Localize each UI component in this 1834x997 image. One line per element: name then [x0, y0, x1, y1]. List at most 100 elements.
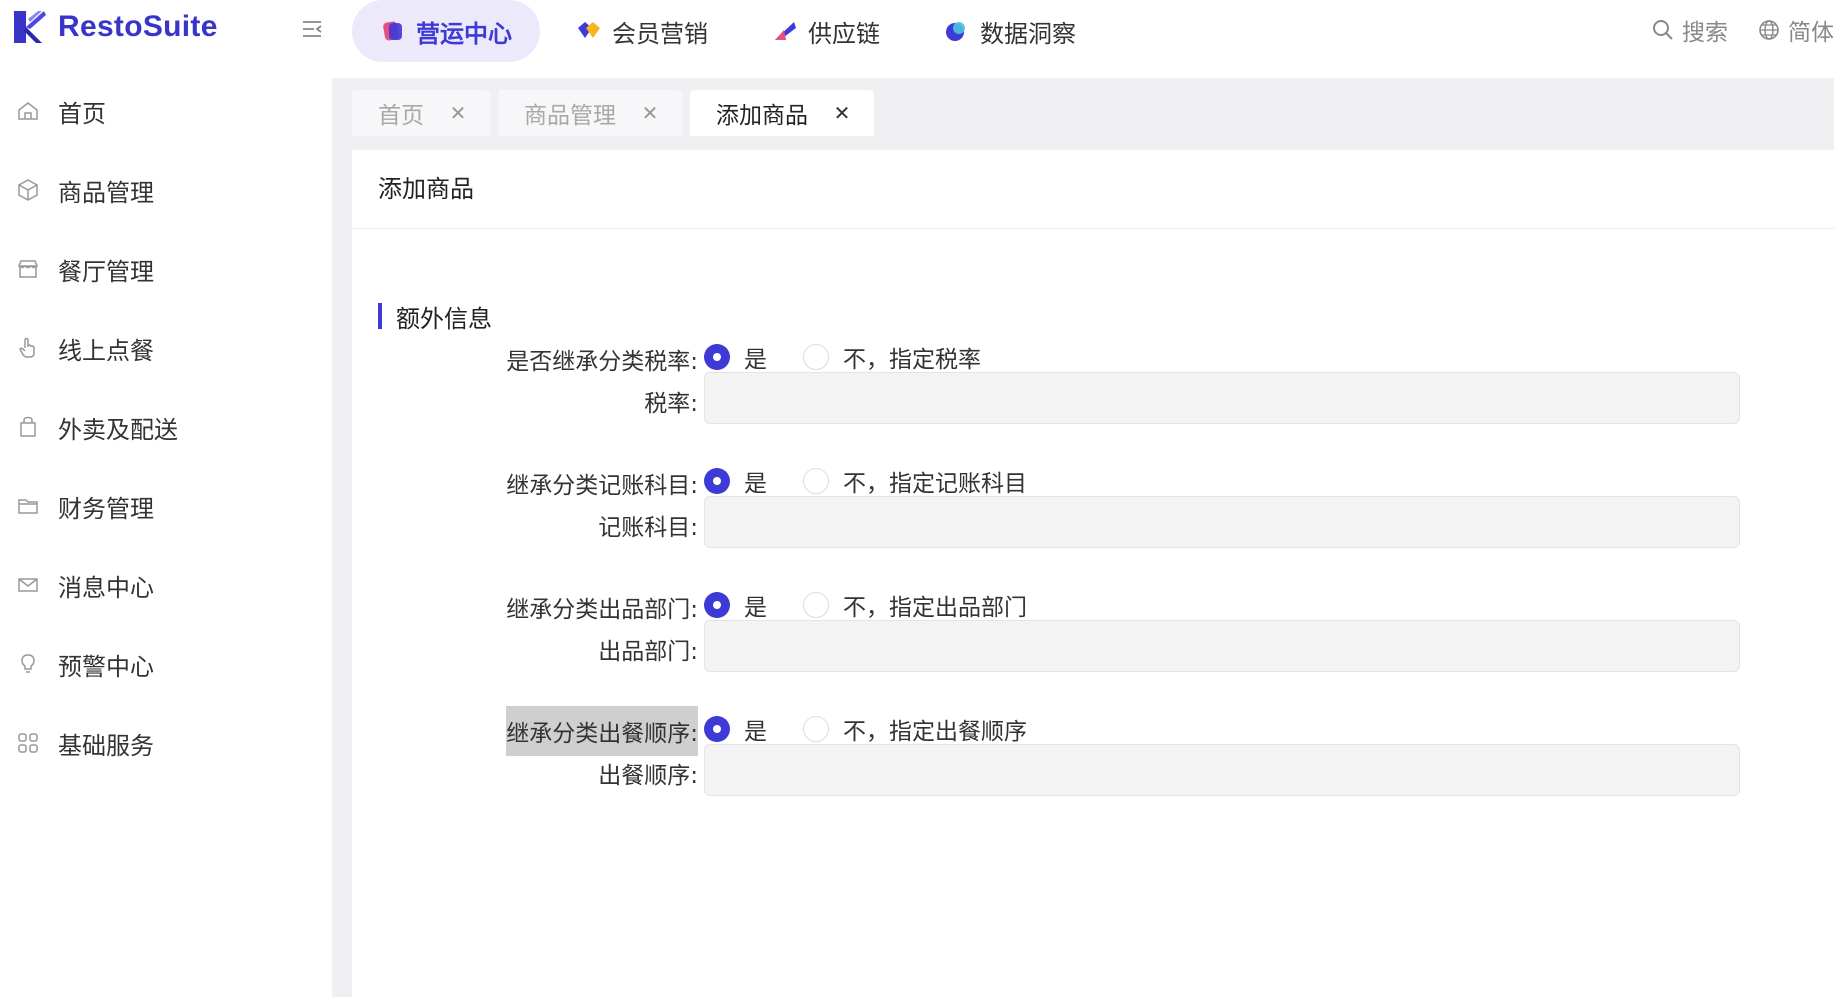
- radio-label: 是: [744, 471, 767, 497]
- tab-product-management[interactable]: 商品管理 ✕: [498, 90, 682, 136]
- tab-label: 商品管理: [524, 103, 616, 129]
- radio-button-checked[interactable]: [704, 468, 730, 494]
- radio-option-no[interactable]: 不，指定出品部门: [803, 588, 1027, 622]
- sidebar-item-label: 商品管理: [58, 178, 154, 207]
- sidebar-item-finance[interactable]: 财务管理: [0, 478, 332, 534]
- section-accent-bar: [378, 303, 382, 329]
- radio-label: 不，指定出餐顺序: [843, 719, 1027, 745]
- sidebar-item-restaurants[interactable]: 餐厅管理: [0, 241, 332, 297]
- field-label: 继承分类记账科目:: [506, 473, 698, 499]
- tax-rate-input[interactable]: [704, 372, 1740, 424]
- data-insight-icon: [946, 22, 965, 41]
- main-nav: 营运中心 会员营销 供应链 数据洞察: [352, 0, 1112, 62]
- search-label: 搜索: [1682, 20, 1728, 46]
- close-icon[interactable]: ✕: [640, 101, 660, 125]
- hand-pointer-icon: [19, 337, 35, 358]
- form-row-inherit-account: 继承分类记账科目: 是 不，指定记账科目: [352, 460, 1834, 500]
- radio-option-no[interactable]: 不，指定税率: [803, 340, 981, 374]
- sidebar-item-delivery[interactable]: 外卖及配送: [0, 399, 332, 455]
- field-label: 税率:: [644, 391, 698, 417]
- sidebar-item-label: 基础服务: [58, 731, 154, 760]
- language-label: 简体: [1788, 20, 1834, 46]
- radio-option-yes[interactable]: 是: [704, 340, 767, 374]
- sidebar-item-alerts[interactable]: 预警中心: [0, 636, 332, 692]
- radio-option-yes[interactable]: 是: [704, 588, 767, 622]
- logo-icon: [14, 11, 46, 43]
- nav-data-insight[interactable]: 数据洞察: [916, 0, 1104, 62]
- form-row-serving-order: 出餐顺序:: [352, 744, 1834, 796]
- member-marketing-icon: [578, 22, 600, 38]
- form-row-account: 记账科目:: [352, 496, 1834, 548]
- radio-button[interactable]: [803, 344, 829, 370]
- sidebar-item-products[interactable]: 商品管理: [0, 162, 332, 218]
- radio-group: 是 不，指定出餐顺序: [704, 712, 1063, 746]
- page-title: 添加商品: [378, 175, 474, 203]
- bag-icon: [20, 416, 36, 437]
- sidebar-item-online-ordering[interactable]: 线上点餐: [0, 320, 332, 376]
- nav-member-marketing[interactable]: 会员营销: [548, 0, 736, 62]
- radio-button-checked[interactable]: [704, 716, 730, 742]
- account-input[interactable]: [704, 496, 1740, 548]
- sidebar-item-basic-services[interactable]: 基础服务: [0, 715, 332, 771]
- field-label: 记账科目:: [598, 515, 698, 541]
- sidebar: 首页 商品管理 餐厅管理 线上点餐 外卖及配送 财务管理 消息中心 预警中心 基…: [0, 78, 332, 997]
- tab-home[interactable]: 首页 ✕: [352, 90, 490, 136]
- grid-icon: [18, 733, 38, 753]
- sidebar-item-label: 消息中心: [58, 573, 154, 602]
- sidebar-item-label: 餐厅管理: [58, 257, 154, 286]
- nav-label: 供应链: [808, 19, 880, 48]
- top-bar: RestoSuite 营运中心 会员营销 供应链 数据洞察 搜索 简体: [0, 0, 1834, 78]
- sidebar-item-label: 外卖及配送: [58, 415, 178, 444]
- nav-supply-chain[interactable]: 供应链: [744, 0, 908, 62]
- sidebar-item-label: 预警中心: [58, 652, 154, 681]
- field-label: 继承分类出品部门:: [506, 597, 698, 623]
- radio-option-no[interactable]: 不，指定出餐顺序: [803, 712, 1027, 746]
- department-input[interactable]: [704, 620, 1740, 672]
- radio-button-checked[interactable]: [704, 592, 730, 618]
- collapse-menu-button[interactable]: [298, 14, 328, 44]
- radio-option-yes[interactable]: 是: [704, 712, 767, 746]
- section-header: 额外信息: [378, 302, 492, 333]
- radio-button[interactable]: [803, 716, 829, 742]
- radio-option-yes[interactable]: 是: [704, 464, 767, 498]
- bulb-icon: [21, 654, 35, 673]
- field-label: 出餐顺序:: [598, 763, 698, 789]
- radio-group: 是 不，指定税率: [704, 340, 1017, 374]
- language-switcher[interactable]: 简体: [1758, 13, 1834, 47]
- radio-button-checked[interactable]: [704, 344, 730, 370]
- mail-icon: [18, 578, 38, 592]
- folder-icon: [18, 499, 38, 514]
- globe-icon: [1759, 20, 1779, 40]
- radio-group: 是 不，指定记账科目: [704, 464, 1063, 498]
- box-icon: [18, 179, 38, 201]
- sidebar-item-label: 首页: [58, 99, 106, 128]
- sidebar-item-messages[interactable]: 消息中心: [0, 557, 332, 613]
- radio-label: 是: [744, 595, 767, 621]
- radio-option-no[interactable]: 不，指定记账科目: [803, 464, 1027, 498]
- top-right-tools: 搜索 简体: [1652, 0, 1834, 60]
- serving-order-input[interactable]: [704, 744, 1740, 796]
- radio-button[interactable]: [803, 592, 829, 618]
- field-label: 出品部门:: [598, 639, 698, 665]
- close-icon[interactable]: ✕: [832, 101, 852, 125]
- main-content: 首页 ✕ 商品管理 ✕ 添加商品 ✕ 添加商品 额外信息 是否继承分类税率: 是: [332, 78, 1834, 997]
- logo[interactable]: RestoSuite: [12, 6, 218, 48]
- sidebar-item-home[interactable]: 首页: [0, 83, 332, 139]
- search-button[interactable]: 搜索: [1652, 13, 1728, 47]
- radio-button[interactable]: [803, 468, 829, 494]
- radio-group: 是 不，指定出品部门: [704, 588, 1063, 622]
- form-row-inherit-serving-order: 继承分类出餐顺序: 是 不，指定出餐顺序: [352, 706, 1834, 756]
- field-label: 是否继承分类税率:: [506, 349, 698, 375]
- tab-add-product[interactable]: 添加商品 ✕: [690, 90, 874, 136]
- form-row-inherit-department: 继承分类出品部门: 是 不，指定出品部门: [352, 584, 1834, 624]
- close-icon[interactable]: ✕: [448, 101, 468, 125]
- tab-label: 添加商品: [716, 103, 808, 129]
- nav-ops-center[interactable]: 营运中心: [352, 0, 540, 62]
- form-row-inherit-tax-rate: 是否继承分类税率: 是 不，指定税率: [352, 336, 1834, 376]
- logo-text: RestoSuite: [58, 10, 218, 43]
- radio-label: 不，指定记账科目: [843, 471, 1027, 497]
- store-icon: [17, 260, 39, 278]
- sidebar-item-label: 线上点餐: [58, 336, 154, 365]
- radio-label: 是: [744, 719, 767, 745]
- sidebar-item-label: 财务管理: [58, 494, 154, 523]
